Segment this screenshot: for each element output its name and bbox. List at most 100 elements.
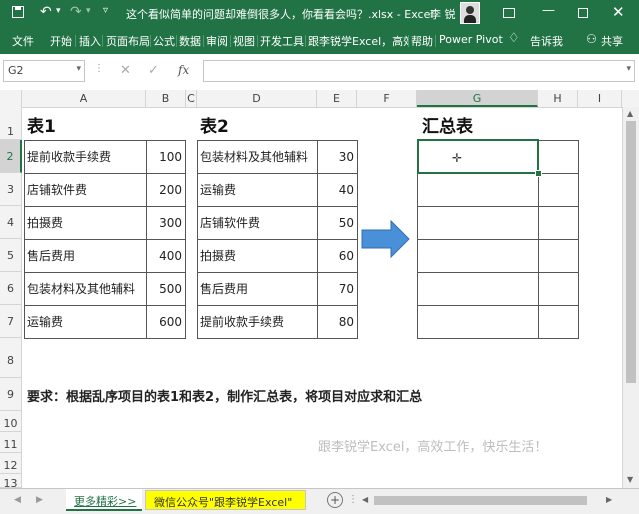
column-header-d[interactable]: D — [197, 90, 317, 107]
summary-cell[interactable] — [538, 239, 579, 273]
table2-item[interactable]: 店铺软件费 — [197, 206, 318, 240]
vertical-scrollbar[interactable]: ▲ ▼ — [622, 107, 639, 488]
active-cell-g2[interactable] — [417, 139, 539, 174]
avatar[interactable] — [460, 2, 480, 24]
row-header-2[interactable]: 2 — [0, 140, 22, 173]
row-header-8[interactable]: 8 — [0, 338, 22, 378]
row-header-9[interactable]: 9 — [0, 378, 22, 411]
share-button[interactable]: 共享 — [601, 33, 623, 49]
scroll-right-icon[interactable]: ▶ — [606, 495, 612, 504]
table1-title[interactable]: 表1 — [27, 112, 56, 137]
save-icon[interactable] — [12, 6, 24, 18]
row-header-12[interactable]: 12 — [0, 453, 22, 474]
row-header-6[interactable]: 6 — [0, 272, 22, 305]
scrollbar-thumb[interactable] — [374, 496, 587, 505]
redo-dropdown-icon[interactable]: ▾ — [86, 6, 91, 16]
row-header-7[interactable]: 7 — [0, 305, 22, 338]
cancel-icon[interactable]: ✕ — [120, 63, 131, 78]
summary-cell[interactable] — [417, 272, 539, 306]
summary-cell[interactable] — [417, 173, 539, 207]
table2-item[interactable]: 运输费 — [197, 173, 318, 207]
table1-item[interactable]: 拍摄费 — [24, 206, 147, 240]
name-box[interactable]: G2 ▾ — [3, 60, 85, 82]
undo-dropdown-icon[interactable]: ▾ — [56, 6, 61, 16]
column-header-h[interactable]: H — [538, 90, 578, 107]
row-header-4[interactable]: 4 — [0, 206, 22, 239]
column-header-e[interactable]: E — [317, 90, 357, 107]
table1-item[interactable]: 运输费 — [24, 305, 147, 339]
row-header-1[interactable]: 1 — [0, 107, 22, 140]
insert-function-icon[interactable]: fx — [178, 63, 189, 77]
tab-review[interactable]: 审阅 — [206, 33, 228, 49]
undo-icon[interactable]: ↶ — [40, 4, 52, 20]
table1-item[interactable]: 店铺软件费 — [24, 173, 147, 207]
column-header-b[interactable]: B — [146, 90, 186, 107]
summary-title[interactable]: 汇总表 — [422, 112, 473, 137]
tab-page-layout[interactable]: 页面布局 — [106, 33, 150, 49]
sheet-tab-wechat[interactable]: 微信公众号"跟李锐学Excel" — [145, 490, 306, 510]
minimize-icon[interactable]: — — [542, 3, 555, 18]
row-header-5[interactable]: 5 — [0, 239, 22, 272]
summary-cell[interactable] — [538, 140, 579, 174]
scroll-left-icon[interactable]: ◀ — [362, 495, 368, 504]
tab-home[interactable]: 开始 — [50, 33, 72, 49]
summary-cell[interactable] — [417, 239, 539, 273]
summary-cell[interactable] — [417, 206, 539, 240]
summary-cell[interactable] — [538, 272, 579, 306]
table2-value[interactable]: 70 — [317, 272, 358, 306]
tab-view[interactable]: 视图 — [233, 33, 255, 49]
chevron-down-icon[interactable]: ▾ — [76, 64, 81, 74]
chevron-down-icon[interactable]: ▾ — [626, 64, 631, 74]
table2-item[interactable]: 提前收款手续费 — [197, 305, 318, 339]
tab-custom[interactable]: 跟李锐学Excel，高效工 — [308, 33, 408, 49]
scroll-tabs-right-icon[interactable]: ▶ — [36, 495, 43, 505]
summary-cell[interactable] — [417, 305, 539, 339]
table2-value[interactable]: 40 — [317, 173, 358, 207]
horizontal-scrollbar[interactable]: ◀ ▶ — [362, 495, 617, 506]
column-header-g[interactable]: G — [417, 90, 538, 107]
table2-item[interactable]: 售后费用 — [197, 272, 318, 306]
column-header-a[interactable]: A — [22, 90, 146, 107]
select-all-corner[interactable] — [0, 90, 22, 107]
tab-developer[interactable]: 开发工具 — [260, 33, 304, 49]
tab-data[interactable]: 数据 — [179, 33, 201, 49]
tab-file[interactable]: 文件 — [12, 33, 34, 49]
scroll-down-icon[interactable]: ▼ — [627, 475, 633, 484]
table2-title[interactable]: 表2 — [200, 112, 229, 137]
share-icon[interactable]: ⚇ — [586, 32, 597, 46]
enter-icon[interactable]: ✓ — [148, 63, 159, 78]
table1-value[interactable]: 100 — [146, 140, 186, 174]
scrollbar-thumb[interactable] — [626, 121, 636, 383]
scroll-up-icon[interactable]: ▲ — [627, 109, 633, 118]
table2-item[interactable]: 拍摄费 — [197, 239, 318, 273]
summary-cell[interactable] — [538, 173, 579, 207]
table2-value[interactable]: 30 — [317, 140, 358, 174]
tell-me-search[interactable]: 告诉我 — [530, 33, 563, 49]
scroll-tabs-left-icon[interactable]: ◀ — [14, 495, 21, 505]
formula-input[interactable]: ▾ — [203, 60, 635, 82]
summary-cell[interactable] — [538, 206, 579, 240]
tab-insert[interactable]: 插入 — [79, 33, 101, 49]
maximize-icon[interactable] — [578, 8, 588, 18]
row-header-10[interactable]: 10 — [0, 411, 22, 432]
column-header-f[interactable]: F — [357, 90, 417, 107]
row-header-3[interactable]: 3 — [0, 173, 22, 206]
fill-handle[interactable] — [535, 170, 542, 177]
tab-power-pivot[interactable]: Power Pivot — [439, 33, 503, 46]
close-icon[interactable]: ✕ — [612, 3, 625, 21]
redo-icon[interactable]: ↷ — [70, 4, 82, 20]
column-header-i[interactable]: I — [578, 90, 622, 107]
table2-value[interactable]: 60 — [317, 239, 358, 273]
customize-qat-icon[interactable]: ▿ — [103, 5, 108, 16]
table1-value[interactable]: 300 — [146, 206, 186, 240]
tab-formulas[interactable]: 公式 — [153, 33, 175, 49]
table1-item[interactable]: 包装材料及其他辅料 — [24, 272, 147, 306]
ribbon-display-options-icon[interactable] — [503, 8, 515, 18]
table1-value[interactable]: 200 — [146, 173, 186, 207]
table2-value[interactable]: 50 — [317, 206, 358, 240]
tab-help[interactable]: 帮助 — [411, 33, 433, 49]
add-sheet-icon[interactable]: + — [327, 492, 343, 508]
table2-item[interactable]: 包装材料及其他辅料 — [197, 140, 318, 174]
tab-split-handle[interactable]: ⋮ — [348, 494, 358, 505]
summary-cell[interactable] — [538, 305, 579, 339]
